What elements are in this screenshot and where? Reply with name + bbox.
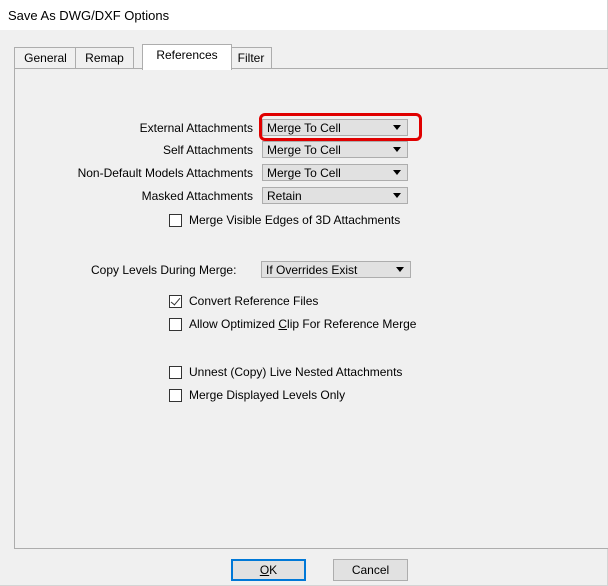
masked-attachments-value: Retain (267, 189, 302, 203)
convert-reference-files-checkbox[interactable] (169, 295, 182, 308)
self-attachments-value: Merge To Cell (267, 143, 341, 157)
tab-general[interactable]: General (14, 47, 77, 69)
copy-levels-select[interactable]: If Overrides Exist (261, 261, 411, 278)
chevron-down-icon (396, 267, 404, 272)
allow-clip-text-1: Allow Optimized (189, 317, 279, 331)
allow-clip-text-2: lip For Reference Merge (287, 317, 417, 331)
chevron-down-icon (393, 125, 401, 130)
unnest-live-nested-checkbox[interactable] (169, 366, 182, 379)
ok-mnemonic: O (259, 563, 270, 577)
allow-clip-mnemonic: C (278, 317, 288, 331)
chevron-down-icon (393, 193, 401, 198)
non-default-models-value: Merge To Cell (267, 166, 341, 180)
non-default-models-select[interactable]: Merge To Cell (262, 164, 408, 181)
cancel-button[interactable]: Cancel (333, 559, 408, 581)
copy-levels-value: If Overrides Exist (266, 263, 358, 277)
merge-displayed-levels-label: Merge Displayed Levels Only (189, 388, 346, 402)
ok-button[interactable]: OK (231, 559, 306, 581)
ok-label-rest: K (269, 563, 278, 577)
tab-filter[interactable]: Filter (230, 47, 272, 69)
merge-visible-edges-label: Merge Visible Edges of 3D Attachments (189, 213, 401, 227)
chevron-down-icon (393, 147, 401, 152)
copy-levels-label: Copy Levels During Merge: (91, 263, 237, 277)
merge-displayed-levels-checkbox[interactable] (169, 389, 182, 402)
chevron-down-icon (393, 170, 401, 175)
self-attachments-select[interactable]: Merge To Cell (262, 141, 408, 158)
save-as-dwg-dxf-dialog: Save As DWG/DXF Options General Remap Re… (0, 0, 608, 586)
external-attachments-select[interactable]: Merge To Cell (262, 119, 408, 136)
allow-optimized-clip-label: Allow Optimized Clip For Reference Merge (189, 317, 416, 331)
dialog-title: Save As DWG/DXF Options (8, 8, 170, 23)
allow-optimized-clip-checkbox[interactable] (169, 318, 182, 331)
tab-references[interactable]: References (142, 44, 232, 70)
masked-attachments-label: Masked Attachments (141, 189, 253, 203)
tab-remap[interactable]: Remap (75, 47, 134, 69)
unnest-live-nested-label: Unnest (Copy) Live Nested Attachments (189, 365, 403, 379)
merge-visible-edges-checkbox[interactable] (169, 214, 182, 227)
non-default-models-label: Non-Default Models Attachments (77, 166, 253, 180)
masked-attachments-select[interactable]: Retain (262, 187, 408, 204)
title-bar: Save As DWG/DXF Options (0, 0, 607, 30)
external-attachments-value: Merge To Cell (267, 121, 341, 135)
self-attachments-label: Self Attachments (162, 143, 253, 157)
convert-reference-files-label: Convert Reference Files (189, 294, 319, 308)
external-attachments-label: External Attachments (139, 121, 253, 135)
